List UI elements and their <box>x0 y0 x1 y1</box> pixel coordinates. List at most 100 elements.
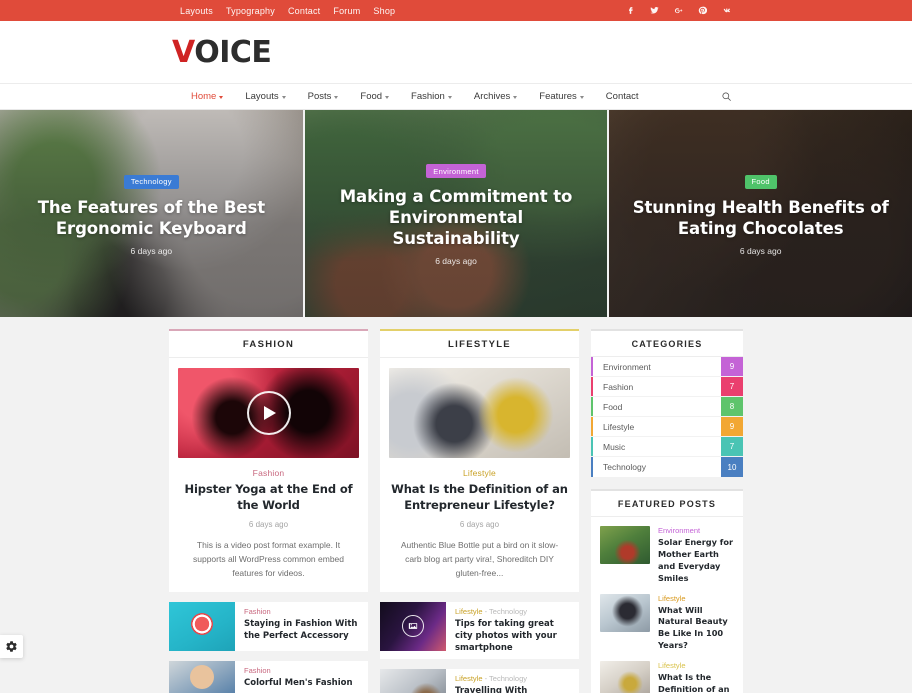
nav-item-layouts[interactable]: Layouts <box>234 91 296 102</box>
nav-item-food[interactable]: Food <box>349 91 400 102</box>
hero-title-1[interactable]: The Features of the Best Ergonomic Keybo… <box>22 197 281 239</box>
featured-post-3-category[interactable]: Lifestyle <box>658 661 734 670</box>
settings-button[interactable] <box>0 635 23 658</box>
category-count-technology: 10 <box>721 457 743 477</box>
lifestyle-item-1-title[interactable]: Tips for taking great city photos with y… <box>455 618 571 654</box>
lifestyle-item-2-thumbnail <box>380 668 446 693</box>
lifestyle-featured-image[interactable] <box>389 368 570 458</box>
vk-icon[interactable] <box>720 5 732 17</box>
fashion-featured-category[interactable]: Fashion <box>178 468 359 478</box>
topbar-link-layouts[interactable]: Layouts <box>180 6 213 16</box>
featured-post-3[interactable]: Lifestyle What Is the Definition of an E… <box>591 652 743 693</box>
twitter-icon[interactable] <box>648 5 660 17</box>
nav-item-fashion[interactable]: Fashion <box>400 91 463 102</box>
category-count-music: 7 <box>721 437 743 456</box>
fashion-item-2-title[interactable]: Colorful Men's Fashion <box>244 677 360 689</box>
featured-post-1[interactable]: Environment Solar Energy for Mother Eart… <box>591 517 743 585</box>
gallery-icon[interactable] <box>402 615 424 638</box>
chevron-down-icon <box>334 95 339 99</box>
main-navigation: Home Layouts Posts Food Fashion Archives… <box>0 83 912 110</box>
featured-post-1-thumbnail <box>600 526 650 564</box>
category-row-food[interactable]: Food 8 <box>591 397 743 417</box>
category-count-lifestyle: 9 <box>721 417 743 436</box>
lifestyle-item-1-cat-secondary: Technology <box>489 606 527 616</box>
chevron-down-icon <box>513 95 518 99</box>
fashion-featured-excerpt: This is a video post format example. It … <box>192 539 345 578</box>
featured-post-2[interactable]: Lifestyle What Will Natural Beauty Be Li… <box>591 585 743 653</box>
featured-post-2-category[interactable]: Lifestyle <box>658 594 734 603</box>
hero-date-3: 6 days ago <box>739 245 782 256</box>
fashion-item-2-category[interactable]: Fashion <box>244 666 360 675</box>
nav-item-archives[interactable]: Archives <box>463 91 528 102</box>
fashion-item-1-title[interactable]: Staying in Fashion With the Perfect Acce… <box>244 618 360 642</box>
hero-slide-1[interactable]: Technology The Features of the Best Ergo… <box>0 110 305 317</box>
play-icon[interactable] <box>246 391 291 435</box>
sidebar: CATEGORIES Environment 9 Fashion 7 Food … <box>591 329 743 693</box>
list-item[interactable]: Lifestyle - Technology Tips for taking g… <box>380 601 579 659</box>
hero-slide-2[interactable]: Environment Making a Commitment to Envir… <box>304 110 610 317</box>
nav-label-layouts: Layouts <box>245 91 279 102</box>
lifestyle-item-1-thumbnail <box>380 601 446 651</box>
hero-title-3[interactable]: Stunning Health Benefits of Eating Choco… <box>631 197 890 239</box>
lifestyle-featured-category[interactable]: Lifestyle <box>389 468 570 478</box>
topbar-link-shop[interactable]: Shop <box>373 6 395 16</box>
nav-label-archives: Archives <box>473 91 511 102</box>
block-lifestyle: LIFESTYLE Lifestyle What Is the Definiti… <box>380 329 579 693</box>
fashion-featured-image[interactable] <box>178 368 359 458</box>
fashion-item-1-thumbnail <box>169 601 235 651</box>
list-item[interactable]: Fashion Colorful Men's Fashion <box>169 660 368 693</box>
category-row-music[interactable]: Music 7 <box>591 437 743 457</box>
category-label-lifestyle: Lifestyle <box>603 421 635 432</box>
fashion-featured-title[interactable]: Hipster Yoga at the End of the World <box>178 482 359 514</box>
logo-text: OICE <box>194 34 272 70</box>
categories-widget-heading: CATEGORIES <box>591 329 743 357</box>
nav-item-home[interactable]: Home <box>180 91 234 102</box>
list-item[interactable]: Fashion Staying in Fashion With the Perf… <box>169 601 368 651</box>
pinterest-icon[interactable] <box>696 5 708 17</box>
nav-item-contact[interactable]: Contact <box>595 91 650 102</box>
hero-slider: Technology The Features of the Best Ergo… <box>0 110 912 317</box>
nav-item-features[interactable]: Features <box>528 91 595 102</box>
featured-post-1-category[interactable]: Environment <box>658 526 734 535</box>
topbar-link-typography[interactable]: Typography <box>226 6 275 16</box>
lifestyle-item-1-category[interactable]: Lifestyle - Technology <box>455 607 571 616</box>
topbar-link-forum[interactable]: Forum <box>333 6 360 16</box>
nav-item-posts[interactable]: Posts <box>297 91 350 102</box>
topbar-link-contact[interactable]: Contact <box>288 6 320 16</box>
chevron-down-icon <box>219 95 224 99</box>
lifestyle-featured-excerpt: Authentic Blue Bottle put a bird on it s… <box>400 539 559 578</box>
lifestyle-featured-title[interactable]: What Is the Definition of an Entrepreneu… <box>389 482 570 514</box>
hero-badge-environment[interactable]: Environment <box>426 164 486 179</box>
google-plus-icon[interactable] <box>672 5 684 17</box>
featured-post-1-title[interactable]: Solar Energy for Mother Earth and Everyd… <box>658 537 734 585</box>
lifestyle-item-2-category[interactable]: Lifestyle - Technology <box>455 674 571 683</box>
category-row-environment[interactable]: Environment 9 <box>591 357 743 377</box>
hero-slide-3[interactable]: Food Stunning Health Benefits of Eating … <box>609 110 912 317</box>
block-heading-lifestyle: LIFESTYLE <box>380 329 579 358</box>
site-logo[interactable]: VOICE <box>172 34 272 70</box>
hero-badge-technology[interactable]: Technology <box>123 174 179 189</box>
hero-badge-food[interactable]: Food <box>744 174 777 189</box>
category-row-technology[interactable]: Technology 10 <box>591 457 743 477</box>
social-links <box>624 5 732 17</box>
chevron-down-icon <box>579 95 584 99</box>
lifestyle-item-1-cat-primary: Lifestyle <box>455 606 483 616</box>
hero-title-2[interactable]: Making a Commitment to Environmental Sus… <box>327 186 586 249</box>
category-label-food: Food <box>603 401 623 412</box>
list-item[interactable]: Lifestyle - Technology Travelling With T… <box>380 668 579 693</box>
lifestyle-item-2-cat-secondary: Technology <box>489 673 527 683</box>
top-bar: Layouts Typography Contact Forum Shop <box>0 0 912 21</box>
categories-widget: CATEGORIES Environment 9 Fashion 7 Food … <box>591 329 743 477</box>
lifestyle-item-2-title[interactable]: Travelling With Technology — Some Tips F… <box>455 685 571 693</box>
category-row-lifestyle[interactable]: Lifestyle 9 <box>591 417 743 437</box>
featured-post-2-thumbnail <box>600 593 650 632</box>
block-fashion: FASHION Fashion Hipster Yoga at the End … <box>169 329 368 693</box>
chevron-down-icon <box>385 95 390 99</box>
featured-post-3-title[interactable]: What Is the Definition of an Entrepreneu… <box>658 672 734 693</box>
fashion-item-1-category[interactable]: Fashion <box>244 607 360 616</box>
category-label-environment: Environment <box>603 361 651 372</box>
featured-post-2-title[interactable]: What Will Natural Beauty Be Like In 100 … <box>658 605 734 653</box>
facebook-icon[interactable] <box>624 5 636 17</box>
category-row-fashion[interactable]: Fashion 7 <box>591 377 743 397</box>
search-icon[interactable] <box>721 91 732 102</box>
